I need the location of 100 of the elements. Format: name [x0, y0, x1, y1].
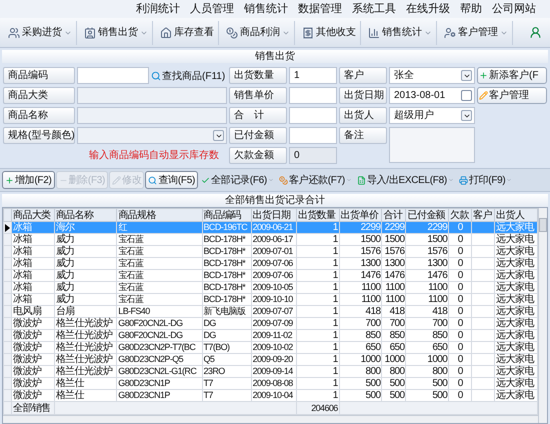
vertical-scrollbar[interactable]	[538, 208, 547, 423]
table-cell: 电风扇	[12, 306, 54, 318]
table-cell: 冰箱	[12, 222, 54, 234]
table-cell: 红	[116, 222, 202, 234]
search-button[interactable]: 查找商品(F11)	[151, 67, 227, 85]
menu-item[interactable]: 人员管理	[190, 0, 234, 18]
table-row[interactable]: 微波炉 格兰仕 G80D23CN1P T7 2009-08-08 1 500 500 500 0 远大家电	[4, 378, 538, 390]
table-cell: 威力	[54, 282, 117, 294]
table-cell: 2009-10-10	[251, 294, 296, 306]
table-cell: 1	[296, 318, 340, 330]
toolbar-button[interactable]: 商品利润	[222, 20, 295, 44]
date-field[interactable]: 2013-08-01	[389, 87, 475, 104]
scroll-thumb[interactable]	[539, 218, 547, 232]
table-cell: 1476	[382, 270, 406, 282]
table-cell: 0	[448, 330, 472, 342]
action-button[interactable]: 增加(F2)	[2, 171, 55, 189]
table-row[interactable]: 微波炉 格兰仕光波炉 G80F20CN2L-DG DG 2009-11-02 1 850 850 850 0 远大家电	[4, 330, 538, 342]
table-cell: 0	[448, 282, 472, 294]
toolbar-button[interactable]: 客户管理	[440, 20, 513, 44]
table-cell: 格兰仕光波炉	[54, 318, 117, 330]
search-icon	[148, 176, 158, 184]
toolbar-button[interactable]: 库存查看	[156, 20, 219, 44]
table-cell: 2009-09-14	[251, 366, 296, 378]
menu-item[interactable]: 帮助	[460, 0, 482, 18]
printer-icon	[458, 176, 468, 184]
input-field[interactable]	[289, 107, 337, 124]
table-cell: 台扇	[54, 306, 117, 318]
menu-item[interactable]: 利润统计	[136, 0, 180, 18]
input-field[interactable]	[289, 87, 337, 104]
field-label: 出货数量	[229, 67, 287, 84]
input-field[interactable]	[77, 87, 227, 104]
table-cell: 1	[296, 366, 340, 378]
toolbar-button[interactable]: 销售出货	[80, 20, 153, 44]
field-label: 欠款金额	[229, 147, 287, 164]
table-row[interactable]: 微波炉 格兰仕光波炉 G80F20CN2L-DG DG 2009-07-09 1 700 700 700 0 远大家电	[4, 318, 538, 330]
table-cell: DG	[202, 330, 252, 342]
table-row[interactable]: 微波炉 格兰仕光波炉 G80D23CN2P-Q5 Q5 2009-09-20 1 1000 1000 1000 0 远大家电	[4, 354, 538, 366]
menu-item[interactable]: 数据管理	[298, 0, 342, 18]
table-row[interactable]: 冰箱 威力 宝石蓝 BCD-178H* 2009-07-06 1 1476 1476 1476 0 远大家电	[4, 270, 538, 282]
table-cell: 1576	[339, 246, 382, 258]
menu-item[interactable]: 系统工具	[352, 0, 396, 18]
table-cell: 1476	[406, 270, 449, 282]
action-button[interactable]: 客户还款(F7)	[276, 171, 354, 189]
action-button[interactable]: 全部记录(F6)	[199, 171, 276, 189]
coins-icon	[278, 176, 288, 184]
table-row[interactable]: 冰箱 威力 宝石蓝 BCD-178H* 2009-10-05 1 1100 1100 1100 0 远大家电	[4, 282, 538, 294]
input-field[interactable]	[77, 107, 227, 124]
spreadsheet-icon	[356, 176, 366, 184]
table-cell: 宝石蓝	[116, 270, 202, 282]
dropdown-field[interactable]: 张全	[389, 67, 475, 84]
toolbar-button[interactable]: 其他收支	[298, 20, 361, 44]
add-customer-button[interactable]: 新添客户(F	[477, 67, 547, 84]
table-cell: 0	[448, 354, 472, 366]
dropdown-field[interactable]	[77, 127, 227, 144]
input-field[interactable]	[77, 67, 149, 84]
input-field[interactable]	[289, 127, 337, 144]
caret-icon	[448, 177, 454, 183]
remark-field[interactable]	[389, 127, 475, 163]
table-cell: 威力	[54, 246, 117, 258]
table-cell: 650	[382, 342, 406, 354]
customer-manage-button[interactable]: 客户管理	[477, 87, 547, 104]
table-row[interactable]: 微波炉 格兰仕光波炉 G80D23CN2P-T7(BC T7(BO) 2009-10-02 1 650 650 650 0 远大家电	[4, 342, 538, 354]
hint-text: 输入商品编码自动显示库存数	[88, 148, 220, 163]
input-field[interactable]: 0	[289, 147, 337, 164]
menu-item[interactable]: 销售统计	[244, 0, 288, 18]
table-cell: 1	[296, 294, 340, 306]
table-cell: 0	[448, 378, 472, 390]
table-row[interactable]: 冰箱 威力 宝石蓝 BCD-178H* 2009-10-10 1 1100 1100 1100 0 远大家电	[4, 294, 538, 306]
input-field[interactable]: 1	[289, 67, 337, 84]
menu-item[interactable]: 公司网站	[492, 0, 536, 18]
table-cell: G80D23CN1P	[116, 378, 202, 390]
column-header[interactable]: 商品名称	[54, 208, 117, 222]
horizontal-scrollbar[interactable]	[3, 415, 538, 423]
date-checkbox[interactable]	[461, 90, 472, 101]
table-row[interactable]: 电风扇 台扇 LB-FS40 新飞电脑版 2009-07-07 1 418 418 418 0 远大家电	[4, 306, 538, 318]
column-header[interactable]: 商品规格	[116, 208, 202, 222]
toolbar-button[interactable]: 销售统计	[364, 20, 437, 44]
dropdown-button[interactable]	[461, 70, 472, 81]
table-row[interactable]: 微波炉 格兰仕光波炉 G80D23CN2L-G1(RC 23RO 2009-09-14 1 800 800 800 0 远大家电	[4, 366, 538, 378]
table-cell: 威力	[54, 258, 117, 270]
dropdown-button[interactable]	[461, 110, 472, 121]
table-cell: 冰箱	[12, 246, 54, 258]
action-button[interactable]: 打印(F9)	[456, 171, 514, 189]
dropdown-button[interactable]	[213, 130, 224, 141]
table-cell: 2009-07-06	[251, 258, 296, 270]
table-row[interactable]: 冰箱 威力 宝石蓝 BCD-178H* 2009-07-01 1 1576 1576 1576 0 远大家电	[4, 246, 538, 258]
table-row[interactable]: 冰箱 威力 宝石蓝 BCD-178H* 2009-07-06 1 1300 1300 1300 0 远大家电	[4, 258, 538, 270]
table-cell: T7	[202, 378, 252, 390]
toolbar-button[interactable]: 采购进货	[4, 20, 77, 44]
dropdown-field[interactable]: 超级用户	[389, 107, 475, 124]
table-cell: 2009-08-08	[251, 378, 296, 390]
action-button[interactable]: 查询(F5)	[145, 171, 198, 189]
table-cell: 威力	[54, 270, 117, 282]
menu-item[interactable]: 在线升级	[406, 0, 450, 18]
table-cell: 650	[339, 342, 382, 354]
table-row[interactable]: 冰箱 威力 宝石蓝 BCD-178H* 2009-06-17 1 1500 1500 1500 0 远大家电	[4, 234, 538, 246]
action-button[interactable]: 导入/出EXCEL(F8)	[354, 171, 456, 189]
field-label: 出货人	[339, 107, 387, 124]
table-cell: 冰箱	[12, 282, 54, 294]
table-cell: 冰箱	[12, 234, 54, 246]
